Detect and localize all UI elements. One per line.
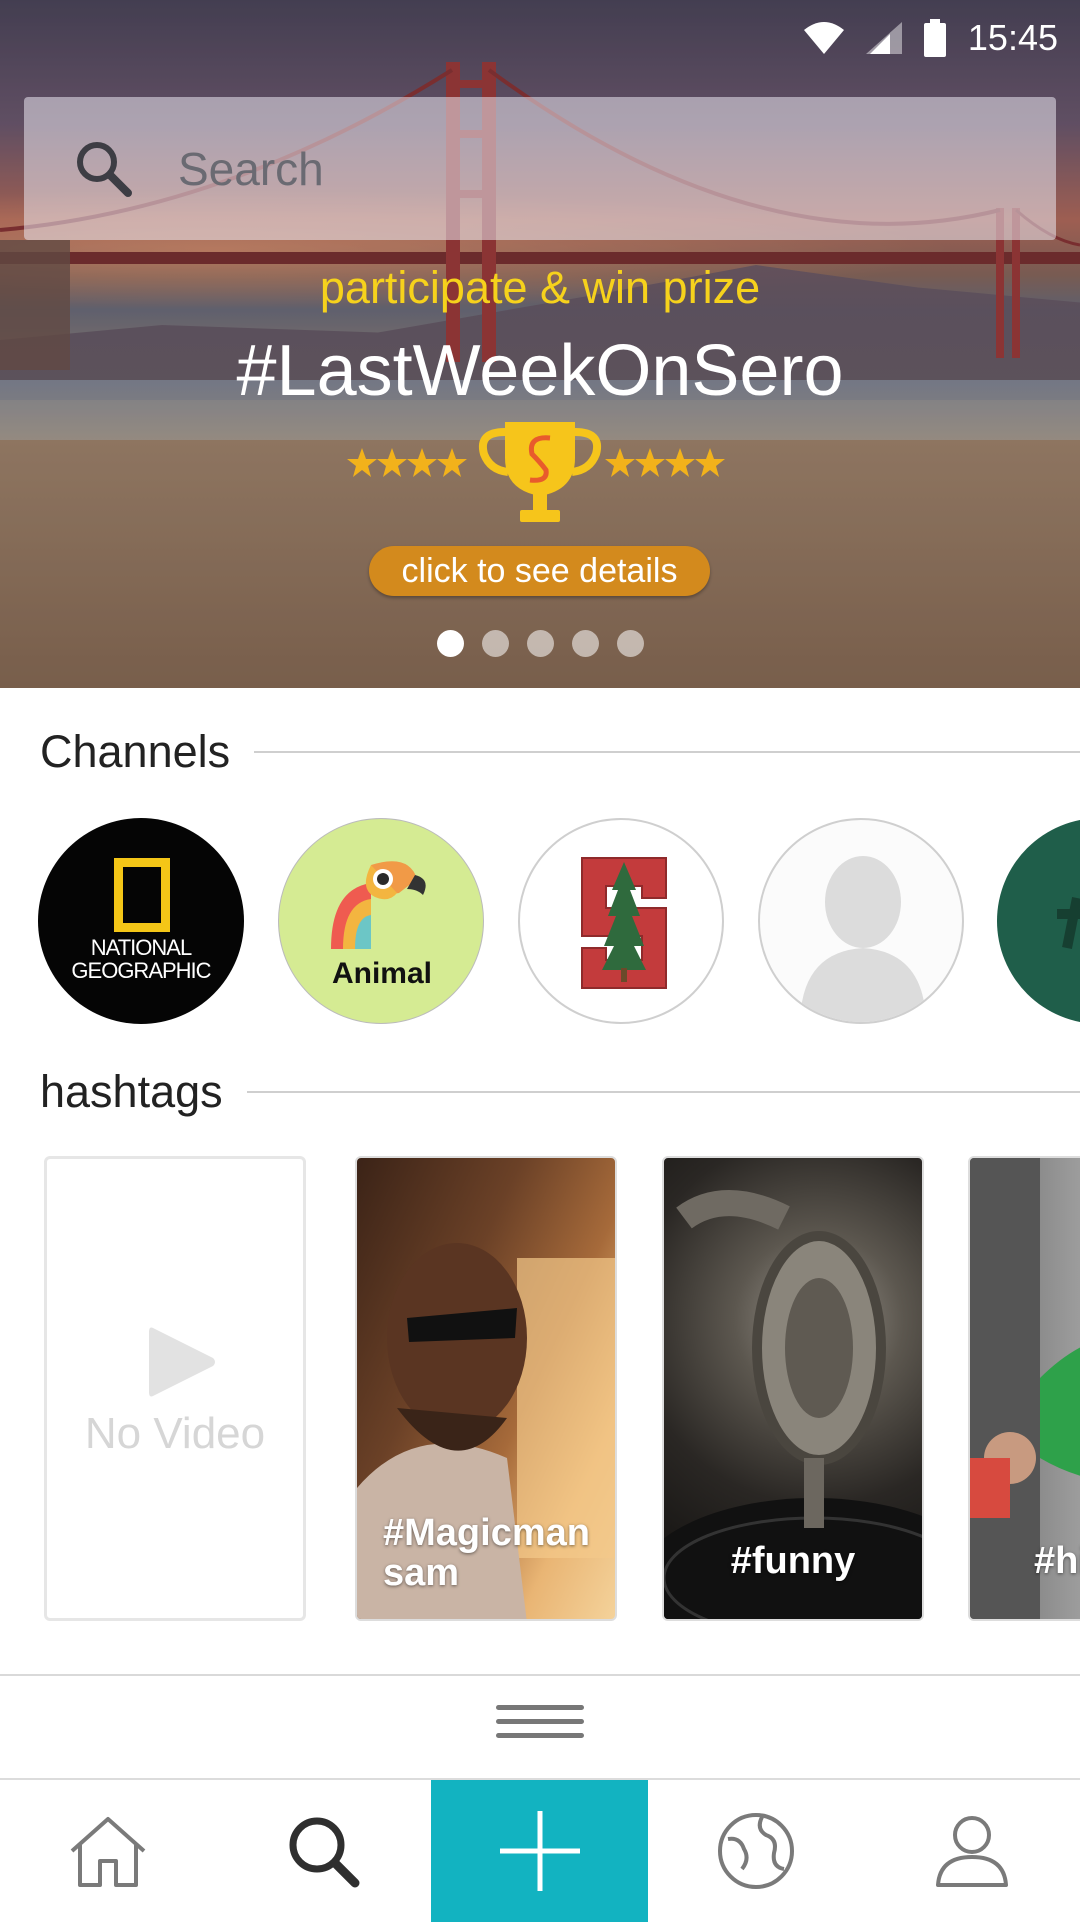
channel-green[interactable] xyxy=(997,818,1080,1024)
channels-list[interactable]: NATIONAL GEOGRAPHIC Animal xyxy=(0,818,1080,1028)
nav-add[interactable] xyxy=(431,1780,648,1922)
hashtag-card-hip[interactable]: #hi xyxy=(968,1156,1080,1621)
hashtags-title: hashtags xyxy=(40,1066,223,1117)
see-details-button[interactable]: click to see details xyxy=(369,546,710,596)
status-time: 15:45 xyxy=(967,17,1058,58)
bottom-nav xyxy=(0,1778,1080,1922)
promo-title: #LastWeekOnSero xyxy=(236,331,844,411)
hashtag-label: #hi xyxy=(1034,1540,1080,1582)
channel-default-avatar[interactable] xyxy=(758,818,964,1024)
channel-national-geographic[interactable]: NATIONAL GEOGRAPHIC xyxy=(38,818,244,1024)
section-divider xyxy=(254,751,1080,753)
search-input[interactable] xyxy=(176,140,960,197)
parrot-icon xyxy=(331,861,426,949)
channel-animal[interactable]: Animal xyxy=(278,818,484,1024)
carousel-dot-2[interactable] xyxy=(481,630,509,657)
battery-icon xyxy=(923,19,946,57)
channel-logo-icon xyxy=(1057,897,1080,949)
natgeo-logo xyxy=(114,858,170,932)
carousel-dot-4[interactable] xyxy=(571,630,599,657)
channels-title: Channels xyxy=(40,726,231,777)
natgeo-line-2: GEOGRAPHIC xyxy=(71,958,211,983)
promo-subtitle: participate & win prize xyxy=(319,262,761,313)
carousel-dot-3[interactable] xyxy=(526,630,554,657)
hashtag-line-2: sam xyxy=(383,1552,460,1594)
hashtags-list[interactable]: No Video #Magicman sam #funny #h xyxy=(0,1156,1080,1626)
hashtag-card-magicman[interactable]: #Magicman sam xyxy=(355,1156,617,1621)
hashtag-line-1: #Magicman xyxy=(383,1512,590,1554)
search-icon xyxy=(77,141,132,197)
section-divider xyxy=(246,1091,1080,1093)
profile-icon xyxy=(936,1816,1008,1887)
stanford-logo-icon xyxy=(581,857,667,989)
drawer-handle[interactable] xyxy=(496,1705,584,1745)
signal-icon xyxy=(865,22,902,54)
nav-search[interactable] xyxy=(215,1780,431,1922)
carousel-dot-1[interactable] xyxy=(436,630,464,657)
nav-profile[interactable] xyxy=(864,1780,1080,1922)
add-icon xyxy=(499,1811,580,1891)
handle-line xyxy=(496,1733,584,1738)
hashtag-card-empty[interactable]: No Video xyxy=(44,1156,306,1621)
avatar-placeholder-icon xyxy=(800,856,926,1022)
channel-label: Animal xyxy=(331,957,433,990)
channels-header: Channels xyxy=(40,726,1080,778)
home-icon xyxy=(70,1817,145,1887)
hashtag-label: #funny xyxy=(730,1540,856,1582)
carousel-indicator[interactable] xyxy=(0,630,1080,657)
nav-home[interactable] xyxy=(0,1780,215,1922)
nav-explore[interactable] xyxy=(648,1780,864,1922)
promo-banner[interactable]: 15:45 participate & win prize #LastWeekO… xyxy=(0,0,1080,688)
globe-icon xyxy=(718,1813,794,1889)
channel-stanford[interactable] xyxy=(518,818,724,1024)
search-icon xyxy=(289,1817,360,1888)
channel-label: NATIONAL GEOGRAPHIC xyxy=(38,936,244,982)
wifi-icon xyxy=(803,22,844,54)
status-bar: 15:45 xyxy=(698,0,1080,76)
trophy-icon xyxy=(347,422,725,522)
content-divider xyxy=(0,1674,1080,1676)
handle-line xyxy=(496,1705,584,1710)
play-icon xyxy=(149,1327,215,1397)
handle-line xyxy=(496,1719,584,1724)
hashtag-label: #Magicman sam xyxy=(383,1513,590,1593)
natgeo-line-1: NATIONAL xyxy=(90,935,192,960)
carousel-dot-5[interactable] xyxy=(616,630,644,657)
no-video-label: No Video xyxy=(84,1409,266,1458)
hashtag-card-funny[interactable]: #funny xyxy=(662,1156,924,1621)
hashtags-header: hashtags xyxy=(40,1066,1080,1118)
search-bar[interactable] xyxy=(24,97,1056,240)
